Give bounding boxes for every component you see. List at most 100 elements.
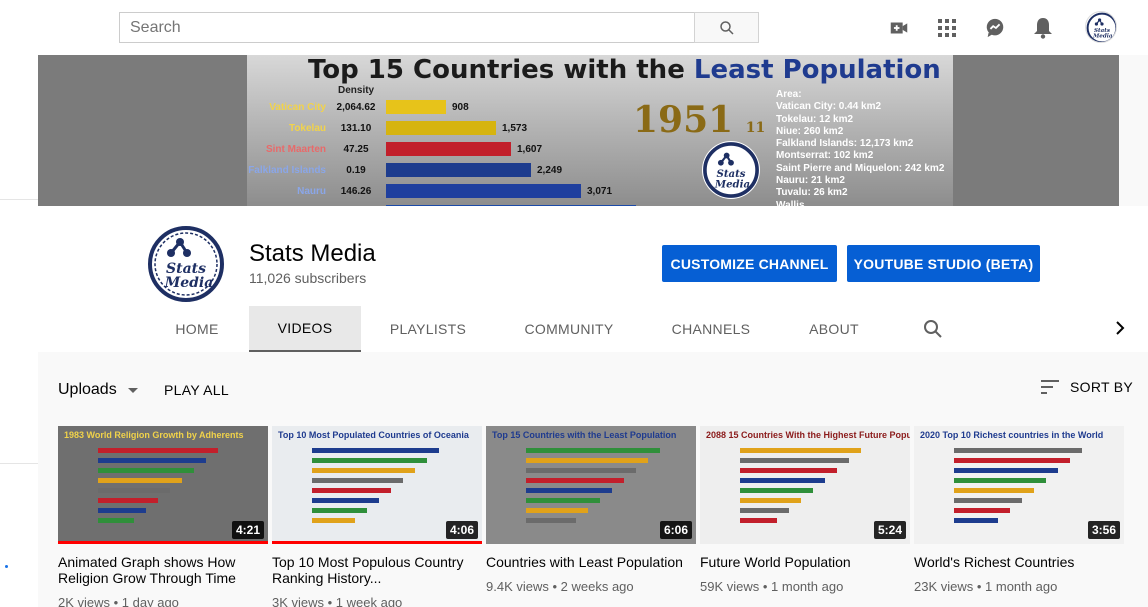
thumbnail-bar [740,468,837,473]
video-thumbnail[interactable]: 1983 World Religion Growth by Adherents 4… [58,426,268,544]
create-video-button[interactable] [887,16,911,40]
tabs-scroll-right-button[interactable] [1110,318,1130,338]
banner-population-bar [386,100,446,114]
apps-button[interactable] [935,16,959,40]
banner-density-value: 146.26 [340,185,372,197]
thumbnail-bar [954,468,1058,473]
account-avatar[interactable]: Stats Media [1085,11,1117,43]
banner-population-bar [386,163,531,177]
sort-by-button[interactable]: SORT BY [1040,378,1133,396]
banner-population-value: 2,249 [537,164,563,176]
thumbnail-bar [312,518,355,523]
banner-area-line: Montserrat: 102 km2 [776,150,874,162]
banner-title: Top 15 Countries with the Least Populati… [308,55,941,85]
banner-logo: Stats Media [702,141,760,199]
thumbnail-bar [740,488,813,493]
search-button[interactable] [694,12,759,43]
video-duration: 4:21 [231,521,264,539]
video-card[interactable]: Top 15 Countries with the Least Populati… [486,426,696,594]
messages-button[interactable] [983,16,1007,40]
video-card[interactable]: 2020 Top 10 Richest countries in the Wor… [914,426,1124,594]
banner-country-row: Vatican City 2,064.62 908 [248,98,469,116]
customize-channel-button[interactable]: CUSTOMIZE CHANNEL [662,245,837,282]
channel-name: Stats Media [249,240,376,267]
tab-home[interactable]: HOME [160,306,234,352]
video-title[interactable]: World's Richest Countries [914,554,1124,570]
thumbnail-bar [98,448,218,453]
video-title[interactable]: Countries with Least Population [486,554,696,570]
banner-area-line: Area: [776,89,802,100]
tab-about[interactable]: ABOUT [796,306,872,352]
banner-area-line: Nauru: 21 km2 [776,175,845,187]
thumbnail-bar [740,508,789,513]
banner-year: 1951 11 [633,99,766,141]
video-meta: 3K views • 1 week ago [272,595,403,607]
thumbnail-bar [954,488,1034,493]
sort-icon [1041,380,1059,394]
thumbnail-bar [740,478,825,483]
apps-grid-icon [938,19,956,37]
thumbnail-bar [526,478,624,483]
video-duration: 5:24 [873,521,906,539]
banner-population-bar [386,184,581,198]
video-card[interactable]: 2088 15 Countries With the Highest Futur… [700,426,910,594]
video-thumbnail[interactable]: Top 10 Most Populated Countries of Ocean… [272,426,482,544]
messages-icon [986,18,1004,38]
thumbnail-bar [312,458,427,463]
thumbnail-caption: 2020 Top 10 Richest countries in the Wor… [920,430,1104,440]
caret-down-icon [127,388,138,393]
thumbnail-bar [954,508,1010,513]
thumbnail-bar [98,518,134,523]
banner-country-name: Tokelau [288,122,326,134]
left-guide [0,55,38,607]
svg-text:Media: Media [714,178,750,190]
tab-channels[interactable]: CHANNELS [660,306,762,352]
video-meta: 23K views • 1 month ago [914,579,1058,594]
video-card[interactable]: Top 10 Most Populated Countries of Ocean… [272,426,482,607]
banner-population-value: 1,607 [517,143,543,155]
search-icon [924,320,942,338]
banner-country-name: Falkland Islands [248,164,326,176]
play-all-button[interactable]: PLAY ALL [164,382,229,398]
video-title[interactable]: Top 10 Most Populous Country Ranking His… [272,554,482,586]
thumbnail-bar [526,518,576,523]
thumbnail-bar [312,488,391,493]
thumbnail-bar [740,458,849,463]
notifications-button[interactable] [1031,16,1055,40]
video-thumbnail[interactable]: 2088 15 Countries With the Highest Futur… [700,426,910,544]
banner-density-label: Density [338,85,375,96]
thumbnail-bar [740,518,777,523]
tab-playlists[interactable]: PLAYLISTS [376,306,480,352]
banner-area-line: Vatican City: 0.44 km2 [776,101,882,113]
thumbnail-caption: Top 10 Most Populated Countries of Ocean… [278,430,469,440]
stats-media-logo-icon: Stats Media [148,226,224,302]
thumbnail-bar [954,448,1082,453]
video-card[interactable]: 1983 World Religion Growth by Adherents 4… [58,426,268,607]
uploads-dropdown[interactable]: Uploads [58,380,143,400]
bell-icon [1034,18,1052,39]
svg-text:Media: Media [164,275,214,291]
thumbnail-bar [526,508,588,513]
youtube-studio-button[interactable]: YOUTUBE STUDIO (BETA) [847,245,1040,282]
banner-country-row: Sint Maarten 47.25 1,607 [248,140,542,158]
video-thumbnail[interactable]: Top 15 Countries with the Least Populati… [486,426,696,544]
search-placeholder: Search [130,19,181,36]
tab-videos[interactable]: VIDEOS [249,306,361,352]
tab-community[interactable]: COMMUNITY [513,306,625,352]
channel-search-button[interactable] [921,317,945,341]
thumbnail-bar [312,498,379,503]
video-title[interactable]: Animated Graph shows How Religion Grow T… [58,554,268,586]
video-thumbnail[interactable]: 2020 Top 10 Richest countries in the Wor… [914,426,1124,544]
thumbnail-bar [526,498,600,503]
banner-country-name: Sint Maarten [265,143,326,155]
stats-media-logo-icon: Stats Media [703,142,759,198]
banner-density-value: 47.25 [343,143,369,155]
video-duration: 3:56 [1087,521,1120,539]
thumbnail-bar [98,468,194,473]
banner-density-value: 2,064.62 [336,101,376,113]
search-input[interactable]: Search [119,12,695,43]
watch-progress-bar [272,541,482,544]
banner-area-line: Tokelau: 12 km2 [776,113,854,125]
video-title[interactable]: Future World Population [700,554,910,570]
banner-area-line: Falkland Islands: 12,173 km2 [776,138,914,150]
